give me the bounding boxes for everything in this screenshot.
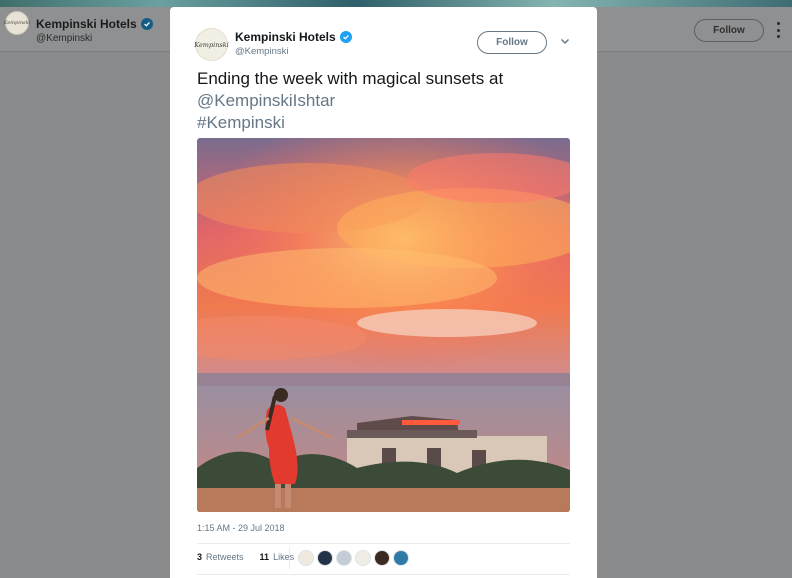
tweet-text-line: Ending the week with magical sunsets at — [197, 69, 504, 88]
hashtag-link[interactable]: #Kempinski — [197, 112, 577, 134]
avatar-landscape-icon[interactable] — [393, 550, 409, 566]
avatar-default-icon[interactable] — [336, 550, 352, 566]
mention-link[interactable]: @KempinskiIshtar — [197, 90, 577, 112]
tweet-photo[interactable] — [197, 138, 570, 512]
stats-separator — [289, 547, 290, 569]
divider — [197, 543, 570, 544]
likes-label[interactable]: Likes — [273, 552, 294, 562]
likes-count[interactable]: 11 — [260, 552, 270, 562]
tweet-stats: 3 Retweets 11 Likes — [197, 552, 294, 562]
follow-button[interactable]: Follow — [477, 31, 547, 54]
tweet-text: Ending the week with magical sunsets at … — [197, 68, 577, 134]
author-handle[interactable]: @Kempinski — [235, 46, 288, 57]
tweet-card: Kempinski Kempinski Hotels @Kempinski Fo… — [170, 7, 597, 578]
profile-logo-text: Kempinski — [3, 20, 31, 26]
more-options-icon[interactable] — [774, 22, 782, 38]
retweets-count[interactable]: 3 — [197, 552, 202, 562]
profile-logo-avatar[interactable]: Kempinski — [3, 11, 31, 35]
profile-name-text: Kempinski Hotels — [36, 17, 137, 31]
author-name[interactable]: Kempinski Hotels — [235, 30, 352, 44]
avatar-logo-icon[interactable] — [298, 550, 314, 566]
verified-badge-icon — [339, 31, 352, 43]
author-avatar[interactable]: Kempinski — [194, 28, 229, 61]
avatar-photo-icon[interactable] — [317, 550, 333, 566]
sunset-photo-image — [197, 138, 570, 512]
profile-handle: @Kempinski — [36, 33, 93, 44]
profile-follow-button[interactable]: Follow — [694, 19, 764, 42]
profile-banner — [0, 0, 792, 7]
retweets-label[interactable]: Retweets — [206, 552, 244, 562]
avatar-logo-icon[interactable] — [355, 550, 371, 566]
author-name-text: Kempinski Hotels — [235, 30, 336, 44]
verified-badge-icon — [140, 18, 153, 30]
avatar-photo-icon[interactable] — [374, 550, 390, 566]
profile-name: Kempinski Hotels — [36, 17, 153, 31]
liker-avatars — [298, 550, 409, 566]
chevron-down-icon[interactable] — [559, 35, 571, 47]
avatar-logo-text: Kempinski — [194, 40, 229, 49]
divider — [197, 574, 570, 575]
tweet-timestamp[interactable]: 1:15 AM - 29 Jul 2018 — [197, 523, 285, 533]
